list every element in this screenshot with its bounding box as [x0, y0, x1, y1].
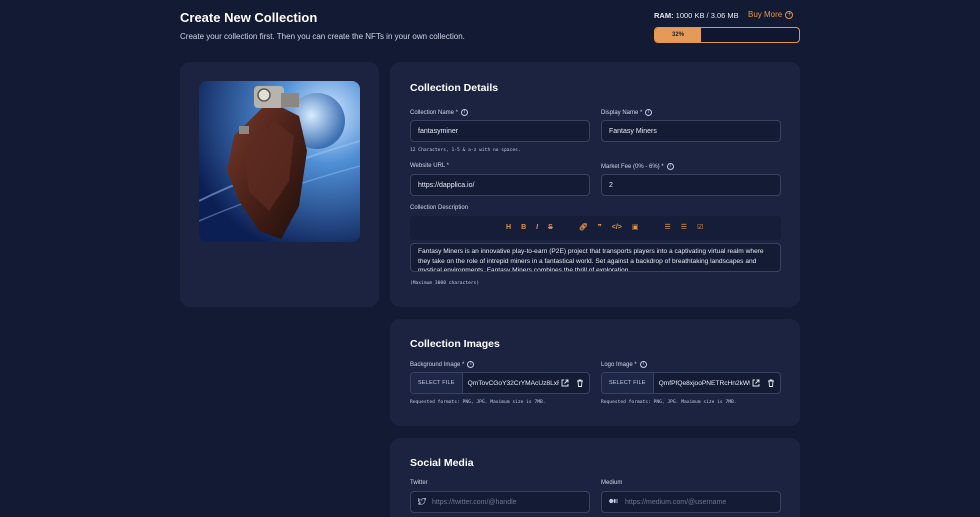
ram-percent-label: 32% — [672, 32, 685, 38]
background-select-file-button[interactable]: SELECT FILE — [411, 373, 463, 393]
ram-value: 1000 KB / 3.06 MB — [675, 11, 739, 20]
collection-details-title: Collection Details — [410, 82, 499, 94]
social-media-title: Social Media — [410, 457, 474, 469]
background-image-hint: Requested formats: PNG, JPG. Maximum siz… — [410, 400, 546, 405]
bullet-list-icon[interactable]: ☰ — [665, 223, 671, 231]
logo-select-file-button[interactable]: SELECT FILE — [602, 373, 654, 393]
heading-button[interactable]: H — [506, 224, 511, 231]
collection-name-label-text: Collection Name * — [410, 109, 459, 116]
market-fee-label: Market Fee (0% - 6%) * i — [601, 163, 674, 170]
medium-label: Medium — [601, 480, 622, 486]
info-icon[interactable]: i — [645, 109, 653, 116]
description-label-text: Collection Description — [410, 205, 469, 211]
page-title: Create New Collection — [180, 10, 318, 25]
twitter-icon — [417, 497, 427, 507]
code-icon[interactable]: </> — [612, 224, 622, 231]
trash-icon[interactable] — [765, 379, 777, 387]
external-link-icon[interactable] — [750, 379, 762, 387]
quote-icon[interactable]: ❞ — [598, 223, 602, 231]
buy-more-label: Buy More — [748, 10, 783, 19]
collection-name-input[interactable]: fantasyminer — [410, 120, 590, 142]
ram-label: RAM: — [654, 11, 674, 20]
website-url-label: Website URL * — [410, 163, 449, 169]
market-fee-value: 2 — [609, 181, 613, 189]
buy-more-button[interactable]: Buy More + — [748, 10, 794, 19]
background-image-label: Background Image * i — [410, 361, 475, 368]
description-value: Fantasy Miners is an innovative play-to-… — [418, 248, 764, 272]
ram-usage: RAM: 1000 KB / 3.06 MB — [654, 11, 739, 20]
website-url-value: https://dapplica.io/ — [418, 181, 475, 189]
twitter-placeholder: https://twitter.com/@handle — [432, 498, 517, 506]
editor-toolbar: H B I S 🔗︎ ❞ </> ▣ ☰ ☰ ☑ — [506, 223, 703, 232]
ram-progress-bar: 32% — [654, 27, 800, 43]
market-fee-input[interactable]: 2 — [601, 174, 781, 196]
image-icon[interactable]: ▣ — [632, 223, 639, 231]
info-icon[interactable]: i — [639, 361, 647, 368]
display-name-value: Fantasy Miners — [609, 127, 657, 135]
strikethrough-button[interactable]: S — [548, 224, 553, 231]
background-image-hash: QmTovCGoY32CrYMAcUz8LxRk — [467, 379, 559, 387]
bold-button[interactable]: B — [521, 224, 526, 231]
trash-icon[interactable] — [574, 379, 586, 387]
ram-progress-fill: 32% — [655, 28, 702, 42]
logo-image-hash: QmfPfQe8xjooPNETRcHn2kWt — [658, 379, 750, 387]
logo-image-label-text: Logo Image * — [601, 361, 637, 368]
description-label: Collection Description — [410, 205, 468, 211]
collection-images-title: Collection Images — [410, 338, 500, 350]
link-icon[interactable]: 🔗︎ — [579, 223, 588, 231]
medium-label-text: Medium — [601, 480, 623, 486]
task-list-icon[interactable]: ☑ — [697, 223, 703, 231]
page-subtitle: Create your collection first. Then you c… — [180, 32, 465, 41]
medium-icon — [609, 498, 619, 506]
collection-name-value: fantasyminer — [418, 127, 459, 135]
description-hint: (Maximum 3000 characters) — [410, 281, 480, 286]
market-fee-label-text: Market Fee (0% - 6%) * — [601, 163, 664, 170]
info-icon[interactable]: i — [467, 361, 475, 368]
info-icon[interactable]: i — [461, 109, 469, 116]
medium-placeholder: https://medium.com/@username — [625, 498, 727, 506]
website-url-input[interactable]: https://dapplica.io/ — [410, 174, 590, 196]
collection-preview-image — [199, 81, 360, 242]
display-name-label-text: Display Name * — [601, 109, 643, 116]
description-textarea[interactable]: Fantasy Miners is an innovative play-to-… — [410, 243, 781, 272]
twitter-label-text: Twitter — [410, 480, 428, 486]
italic-button[interactable]: I — [536, 224, 538, 231]
ordered-list-icon[interactable]: ☰ — [681, 223, 687, 231]
info-icon[interactable]: i — [666, 163, 674, 170]
twitter-label: Twitter — [410, 480, 428, 486]
twitter-input[interactable]: https://twitter.com/@handle — [410, 491, 590, 513]
display-name-input[interactable]: Fantasy Miners — [601, 120, 781, 142]
background-image-input: SELECT FILE QmTovCGoY32CrYMAcUz8LxRk — [410, 372, 590, 394]
external-link-icon[interactable] — [559, 379, 571, 387]
display-name-label: Display Name * i — [601, 109, 653, 116]
collection-name-hint: 12 Characters, 1-5 & a-z with no spaces. — [410, 148, 521, 153]
logo-image-hint: Requested formats: PNG, JPG. Maximum siz… — [601, 400, 737, 405]
collection-name-label: Collection Name * i — [410, 109, 469, 116]
logo-image-input: SELECT FILE QmfPfQe8xjooPNETRcHn2kWt — [601, 372, 781, 394]
background-image-label-text: Background Image * — [410, 361, 465, 368]
plus-circle-icon: + — [785, 10, 794, 19]
medium-input[interactable]: https://medium.com/@username — [601, 491, 781, 513]
website-url-label-text: Website URL * — [410, 163, 450, 169]
logo-image-label: Logo Image * i — [601, 361, 647, 368]
